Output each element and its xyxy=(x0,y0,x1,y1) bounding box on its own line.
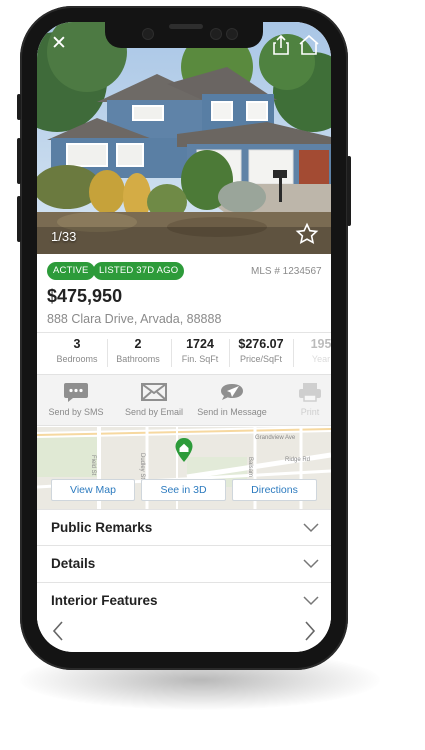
home-favorite-icon[interactable] xyxy=(297,34,321,56)
listing-price: $475,950 xyxy=(47,286,123,306)
see-in-3d-button[interactable]: See in 3D xyxy=(141,479,226,501)
section-public-remarks[interactable]: Public Remarks xyxy=(37,509,331,546)
view-map-button[interactable]: View Map xyxy=(51,479,135,501)
section-title: Interior Features xyxy=(51,593,158,608)
send-email-button[interactable]: Send by Email xyxy=(115,381,193,417)
stat-value: 2 xyxy=(134,337,142,351)
section-title: Public Remarks xyxy=(51,520,153,535)
volume-down-button xyxy=(17,196,21,242)
chevron-down-icon xyxy=(303,596,319,606)
stat-value: $276.07 xyxy=(238,337,284,351)
listing-photo[interactable]: ✕ 1/33 xyxy=(37,22,331,254)
power-button xyxy=(347,156,351,226)
photo-counter: 1/33 xyxy=(51,229,77,244)
stat-finished-sqft: 1724 Fin. SqFt xyxy=(168,337,232,364)
chevron-down-icon xyxy=(303,559,319,569)
chevron-down-icon xyxy=(303,523,319,533)
stat-bedrooms: 3 Bedrooms xyxy=(45,337,109,364)
send-message-button[interactable]: Send in Message xyxy=(193,381,271,417)
share-icon[interactable] xyxy=(271,34,291,56)
street-label: Field St xyxy=(90,455,96,476)
screen: ✕ 1/33 ACTIVE LISTED 37D AGO MLS # 12345… xyxy=(37,22,331,652)
stat-bathrooms: 2 Bathrooms xyxy=(106,337,170,364)
street-label: Dudley St xyxy=(139,453,145,479)
section-title: Details xyxy=(51,556,96,571)
stat-value: 1724 xyxy=(186,337,214,351)
stat-label: Price/SqFt xyxy=(239,354,282,364)
stat-label: Year xyxy=(311,354,331,364)
stat-value: 195 xyxy=(310,337,331,351)
mute-switch xyxy=(17,94,21,120)
share-label: Send by Email xyxy=(124,407,184,417)
stat-value: 3 xyxy=(73,337,81,351)
street-label: Ridge Rd xyxy=(285,457,310,463)
previous-arrow-icon[interactable] xyxy=(51,620,65,642)
directions-button[interactable]: Directions xyxy=(232,479,317,501)
email-icon xyxy=(141,383,167,401)
street-label: Grandview Ave xyxy=(255,435,296,441)
listing-address: 888 Clara Drive, Arvada, 88888 xyxy=(47,312,222,326)
volume-up-button xyxy=(17,138,21,184)
star-icon[interactable] xyxy=(295,222,319,246)
share-label: Print xyxy=(300,407,320,417)
stage: ✕ 1/33 ACTIVE LISTED 37D AGO MLS # 12345… xyxy=(0,0,425,750)
close-icon[interactable]: ✕ xyxy=(51,32,67,55)
printer-icon xyxy=(299,383,321,402)
stat-price-per-sqft: $276.07 Price/SqFt xyxy=(229,337,293,364)
share-label: Send by SMS xyxy=(48,407,104,417)
print-button[interactable]: Print xyxy=(271,381,331,417)
status-badge-active: ACTIVE xyxy=(47,262,95,280)
stat-year-built: 195 Year xyxy=(289,337,331,364)
mls-number: MLS # 1234567 xyxy=(251,266,322,277)
map-pin-icon[interactable] xyxy=(174,437,194,463)
listing-stats: 3 Bedrooms 2 Bathrooms 1724 Fin. SqFt $2… xyxy=(37,332,331,368)
status-badge-listed: LISTED 37D AGO xyxy=(93,262,185,280)
share-actions-row: Send by SMS Send by Email Send in Messag… xyxy=(37,374,331,426)
section-details[interactable]: Details xyxy=(37,546,331,583)
next-arrow-icon[interactable] xyxy=(303,620,317,642)
stat-label: Bedrooms xyxy=(56,354,98,364)
share-label: Send in Message xyxy=(197,407,267,417)
send-sms-button[interactable]: Send by SMS xyxy=(37,381,115,417)
stat-label: Bathrooms xyxy=(116,354,160,364)
listing-pager xyxy=(37,612,331,652)
stat-label: Fin. SqFt xyxy=(181,354,219,364)
message-send-icon xyxy=(221,384,243,400)
notch xyxy=(105,22,263,48)
sms-icon xyxy=(64,383,88,402)
